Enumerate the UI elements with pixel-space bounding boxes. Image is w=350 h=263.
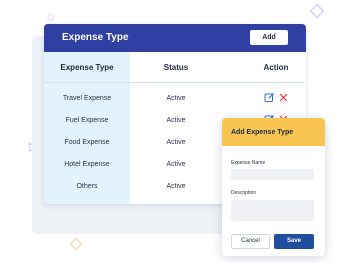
add-button[interactable]: Add (250, 30, 288, 45)
row-status: Active (166, 117, 186, 124)
column-header-status: Status (163, 63, 189, 72)
card-header: Expense Type Add (44, 24, 306, 52)
row-expense-type: Hotel Expense (64, 161, 110, 168)
modal-header: Add Expense Type (222, 118, 325, 146)
pencil-square-icon[interactable] (264, 92, 275, 103)
row-status: Active (166, 183, 186, 190)
row-status: Active (166, 139, 186, 146)
decor-diamond-icon (69, 237, 83, 251)
x-icon[interactable] (279, 93, 288, 102)
description-input[interactable] (231, 200, 314, 221)
add-expense-type-modal: Add Expense Type Expense Name Descriptio… (222, 118, 325, 256)
row-expense-type: Fuel Expense (65, 117, 109, 124)
expense-name-label: Expense Name (231, 160, 266, 166)
expense-name-input[interactable] (231, 169, 314, 180)
row-expense-type: Others (76, 183, 98, 190)
cancel-button[interactable]: Cancel (231, 234, 270, 249)
row-expense-type: Travel Expense (62, 95, 112, 102)
column-header-action: Action (263, 63, 289, 72)
save-button[interactable]: Save (274, 234, 314, 249)
row-expense-type: Food Expense (64, 139, 110, 146)
row-status: Active (166, 95, 186, 102)
decor-diamond-icon (309, 3, 325, 19)
description-label: Description (231, 190, 257, 196)
page-title: Expense Type (62, 32, 129, 43)
column-header-expense-type: Expense Type (60, 63, 114, 72)
row-status: Active (166, 161, 186, 168)
table-header-divider (44, 82, 306, 83)
modal-title: Add Expense Type (231, 129, 294, 136)
decor-square-icon (46, 13, 55, 22)
